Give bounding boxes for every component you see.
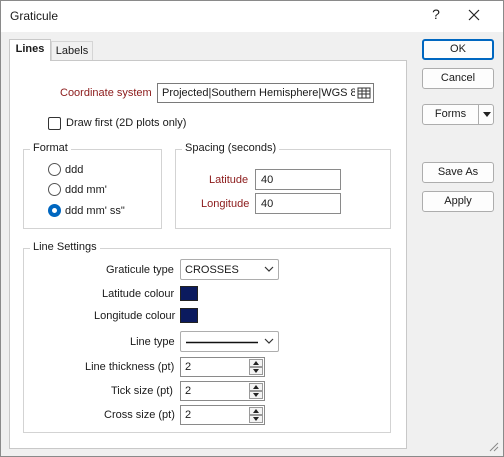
- format-option-ddd-mm-ss: ddd mm' ss": [65, 205, 125, 217]
- format-group-title: Format: [30, 142, 71, 154]
- latitude-colour-swatch[interactable]: [180, 286, 198, 301]
- line-type-label: Line type: [130, 336, 175, 348]
- tick-size-up-button[interactable]: [249, 383, 263, 391]
- resize-grip-icon[interactable]: [488, 441, 499, 452]
- graticule-type-select[interactable]: CROSSES: [180, 259, 279, 280]
- latitude-colour-label: Latitude colour: [102, 288, 175, 300]
- solid-line-icon: [186, 341, 258, 344]
- window-title: Graticule: [10, 9, 59, 23]
- longitude-label: Longitude: [201, 198, 250, 210]
- format-option-ddd-mm: ddd mm': [65, 184, 107, 196]
- line-type-select[interactable]: [180, 331, 279, 352]
- spacing-group-title: Spacing (seconds): [182, 142, 280, 154]
- line-thickness-value: 2: [185, 361, 192, 373]
- forms-divider: [478, 105, 479, 124]
- graticule-type-value: CROSSES: [185, 264, 239, 276]
- line-thickness-stepper[interactable]: 2: [180, 357, 265, 377]
- tab-labels[interactable]: Labels: [51, 41, 93, 62]
- chevron-down-icon: [264, 266, 274, 272]
- latitude-label: Latitude: [209, 174, 249, 186]
- table-icon: [357, 87, 371, 99]
- draw-first-label: Draw first (2D plots only): [66, 117, 187, 129]
- format-option-ddd: ddd: [65, 164, 84, 176]
- longitude-colour-label: Longitude colour: [94, 310, 176, 322]
- format-radio-ddd-mm[interactable]: [48, 183, 61, 196]
- line-thickness-up-button[interactable]: [249, 359, 263, 367]
- chevron-down-icon: [264, 338, 274, 344]
- coordinate-system-browse-button[interactable]: [355, 84, 373, 102]
- save-as-button[interactable]: Save As: [422, 162, 494, 183]
- coordinate-system-field[interactable]: Projected|Southern Hemisphere|WGS 84: [157, 83, 374, 103]
- cross-size-label: Cross size (pt): [104, 409, 175, 421]
- line-thickness-down-button[interactable]: [249, 367, 263, 375]
- close-button[interactable]: [461, 5, 487, 27]
- tab-lines[interactable]: Lines: [9, 39, 51, 61]
- tick-size-stepper[interactable]: 2: [180, 381, 265, 401]
- draw-first-checkbox[interactable]: [48, 117, 61, 130]
- apply-button[interactable]: Apply: [422, 191, 494, 212]
- close-icon: [468, 9, 480, 21]
- title-bar: Graticule ?: [1, 1, 503, 32]
- tick-size-value: 2: [185, 385, 192, 397]
- forms-button-label: Forms: [434, 108, 467, 120]
- format-radio-ddd-mm-ss[interactable]: [48, 204, 61, 217]
- longitude-colour-swatch[interactable]: [180, 308, 198, 323]
- graticule-dialog: Graticule ? Lines Labels Coordinate syst…: [0, 0, 504, 457]
- coordinate-system-label: Coordinate system: [60, 87, 152, 99]
- cross-size-up-button[interactable]: [249, 407, 263, 415]
- dropdown-arrow-icon[interactable]: [483, 112, 491, 117]
- cancel-button[interactable]: Cancel: [422, 68, 494, 89]
- cross-size-stepper[interactable]: 2: [180, 405, 265, 425]
- longitude-input[interactable]: 40: [255, 193, 341, 214]
- tick-size-label: Tick size (pt): [111, 385, 173, 397]
- tick-size-down-button[interactable]: [249, 391, 263, 399]
- format-radio-ddd[interactable]: [48, 163, 61, 176]
- cross-size-down-button[interactable]: [249, 415, 263, 423]
- graticule-type-label: Graticule type: [106, 264, 174, 276]
- line-settings-group-title: Line Settings: [30, 241, 100, 253]
- line-thickness-label: Line thickness (pt): [85, 361, 175, 373]
- coordinate-system-value: Projected|Southern Hemisphere|WGS 84: [162, 87, 363, 99]
- longitude-value: 40: [261, 198, 274, 210]
- latitude-value: 40: [261, 174, 274, 186]
- ok-button[interactable]: OK: [422, 39, 494, 60]
- latitude-input[interactable]: 40: [255, 169, 341, 190]
- help-button[interactable]: ?: [425, 6, 447, 26]
- forms-button[interactable]: Forms: [422, 104, 494, 125]
- cross-size-value: 2: [185, 409, 192, 421]
